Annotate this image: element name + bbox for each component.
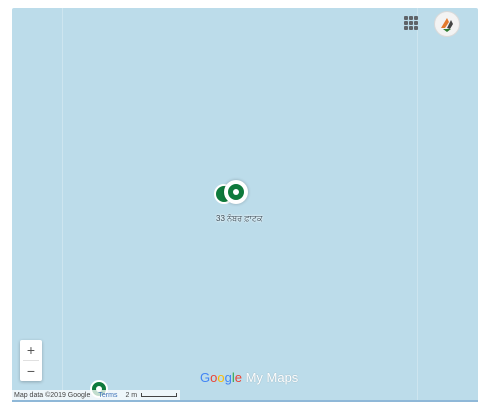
marker-dot-icon — [228, 184, 244, 200]
google-letter: g — [224, 370, 232, 385]
my-maps-label: My Maps — [241, 370, 299, 385]
map-bottom-strip — [12, 400, 478, 402]
google-letter: G — [200, 370, 211, 385]
apps-grid-icon[interactable] — [404, 16, 418, 30]
google-letter: e — [234, 370, 242, 385]
page-frame: 33 ਨੰਬਰ ਫ਼ਾਟਕ + − Google My Maps Map dat… — [0, 0, 488, 406]
scale-bar — [141, 393, 178, 397]
scale-label: 2 m — [125, 391, 138, 399]
marker-label: 33 ਨੰਬਰ ਫ਼ਾਟਕ — [216, 214, 263, 223]
google-letter: o — [217, 370, 225, 385]
map-marker-cluster[interactable] — [212, 180, 260, 214]
zoom-controls: + − — [20, 340, 42, 381]
avatar-graphic — [436, 13, 458, 35]
map-marker-selected[interactable] — [224, 180, 248, 204]
map-attribution: Map data ©2019 Google Terms 2 m — [12, 390, 181, 400]
zoom-out-button[interactable]: − — [20, 361, 42, 381]
google-my-maps-logo: Google My Maps — [200, 370, 298, 385]
map-data-credit: Map data ©2019 Google — [14, 391, 91, 399]
zoom-in-button[interactable]: + — [20, 340, 42, 360]
terms-link[interactable]: Terms — [98, 392, 117, 399]
account-avatar-icon[interactable] — [434, 11, 460, 37]
